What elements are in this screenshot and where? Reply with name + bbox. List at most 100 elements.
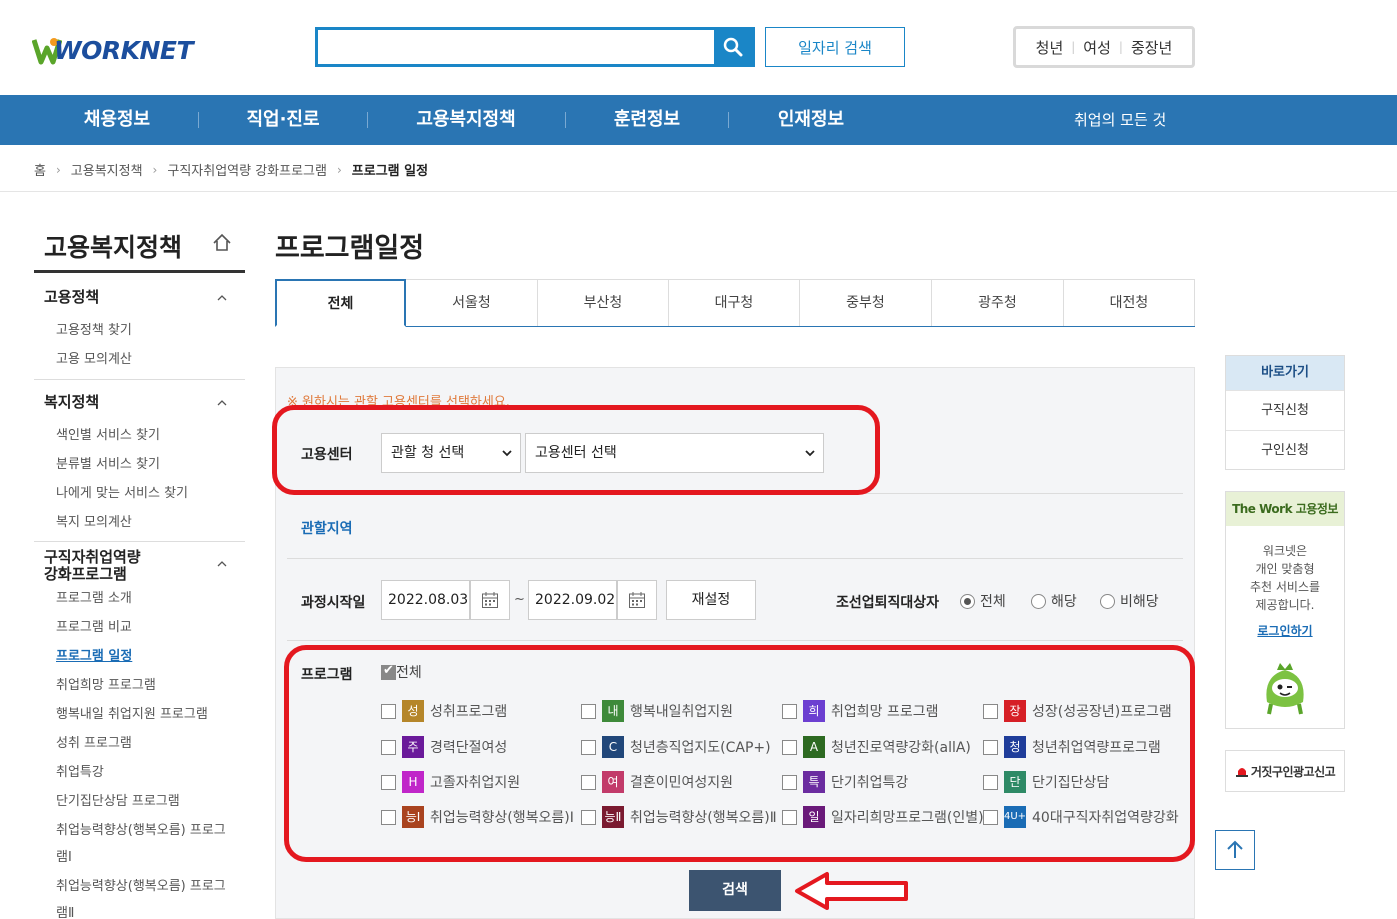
tab-seoul[interactable]: 서울청 (405, 279, 538, 326)
radio-button[interactable] (1100, 593, 1115, 609)
mascot-icon (1266, 663, 1304, 715)
separator: | (1118, 40, 1123, 54)
radio-not-applicable[interactable]: 비해당 (1100, 591, 1159, 611)
radio-button[interactable] (1031, 593, 1046, 609)
divider (287, 558, 1183, 559)
radio-applicable[interactable]: 해당 (1031, 591, 1077, 611)
highlight-box (284, 645, 1195, 862)
report-label: 거짓구인광고신고 (1250, 764, 1336, 779)
nav-item-jobs[interactable]: 채용정보 (82, 95, 152, 145)
sidebar-group-welfare[interactable]: 복지정책 (34, 394, 245, 411)
page-title: 프로그램일정 (275, 233, 425, 264)
tab-daejeon[interactable]: 대전청 (1063, 279, 1195, 326)
siren-icon (1235, 768, 1248, 777)
sidebar-item-active[interactable]: 프로그램 일정 (34, 645, 132, 664)
sidebar-item[interactable]: 프로그램 비교 (34, 616, 132, 635)
sidebar-item-cont[interactable]: 램Ⅱ (34, 902, 74, 919)
shipbuilding-label: 조선업퇴직대상자 (836, 595, 940, 611)
job-search-button[interactable]: 일자리 검색 (765, 27, 905, 67)
tab-all[interactable]: 전체 (275, 279, 406, 327)
sidebar-item[interactable]: 프로그램 소개 (34, 587, 132, 606)
sidebar-item[interactable]: 성취 프로그램 (34, 732, 132, 751)
tab-busan[interactable]: 부산청 (537, 279, 669, 326)
login-link[interactable]: 로그인하기 (1226, 622, 1344, 639)
radio-button[interactable] (960, 593, 975, 609)
sidebar-item[interactable]: 취업능력향상(행복오름) 프로그 (34, 875, 226, 894)
nav-item-welfare[interactable]: 고용복지정책 (410, 95, 522, 145)
sidebar-item[interactable]: 분류별 서비스 찾기 (34, 453, 160, 472)
nav-all-menu[interactable]: 취업의 모든 것 (1074, 95, 1166, 145)
sidebar-group-program[interactable]: 구직자취업역량 강화프로그램 (34, 549, 245, 583)
sidebar-item[interactable]: 취업희망 프로그램 (34, 674, 156, 693)
divider (34, 270, 245, 273)
scroll-top-button[interactable] (1215, 830, 1255, 870)
breadcrumb-item[interactable]: 구직자취업역량 강화프로그램 (167, 160, 327, 179)
sidebar-item[interactable]: 복지 모의계산 (34, 511, 132, 530)
tab-gwangju[interactable]: 광주청 (931, 279, 1064, 326)
divider (34, 379, 245, 380)
sidebar-item[interactable]: 고용 모의계산 (34, 348, 132, 367)
chevron-up-icon[interactable] (217, 293, 227, 303)
chevron-right-icon: › (336, 162, 342, 177)
chevron-right-icon: › (55, 162, 61, 177)
search-submit-button[interactable]: 검색 (689, 870, 781, 911)
chevron-up-icon[interactable] (217, 398, 227, 408)
sidebar-item[interactable]: 색인별 서비스 찾기 (34, 424, 160, 443)
radio-label: 해당 (1051, 594, 1077, 610)
home-icon[interactable] (211, 232, 233, 254)
breadcrumb-item[interactable]: 고용복지정책 (71, 160, 143, 179)
tab-daegu[interactable]: 대구청 (668, 279, 800, 326)
radio-all[interactable]: 전체 (960, 591, 1006, 611)
date-to-input[interactable]: 2022.09.02 (528, 580, 617, 620)
calendar-button[interactable] (470, 580, 510, 620)
sidebar-item[interactable]: 취업능력향상(행복오름) 프로그 (34, 819, 226, 838)
sidebar-group-employment[interactable]: 고용정책 (34, 289, 245, 306)
nav-separator (198, 112, 199, 128)
calendar-icon (629, 592, 645, 608)
target-women[interactable]: 여성 (1083, 37, 1111, 58)
quick-job-seeker[interactable]: 구직신청 (1226, 390, 1344, 430)
divider (0, 191, 1397, 192)
thework-text: 워크넷은 개인 맞춤형 추천 서비스를 제공합니다. (1226, 542, 1344, 614)
highlight-box (272, 405, 880, 495)
target-middle-aged[interactable]: 중장년 (1131, 37, 1172, 58)
report-fake-ad-button[interactable]: 거짓구인광고신고 (1225, 750, 1345, 792)
sidebar-item[interactable]: 행복내일 취업지원 프로그램 (34, 703, 208, 722)
sidebar-item[interactable]: 취업특강 (34, 761, 104, 780)
search-button[interactable] (714, 30, 752, 64)
sidebar-group-title: 강화프로그램 (44, 565, 127, 583)
worknet-logo[interactable]: WORKNET (32, 28, 194, 68)
search-box (315, 27, 755, 67)
nav-separator (728, 112, 729, 128)
sidebar-group-title: 고용정책 (44, 288, 100, 306)
start-date-label: 과정시작일 (301, 595, 366, 611)
sidebar-item[interactable]: 나에게 맞는 서비스 찾기 (34, 482, 188, 501)
logo-text: WORKNET (54, 36, 194, 65)
thework-line: 개인 맞춤형 (1255, 562, 1315, 576)
date-from-input[interactable]: 2022.08.03 (381, 580, 470, 620)
search-icon (723, 37, 743, 57)
search-input[interactable] (318, 30, 716, 64)
sidebar-item[interactable]: 고용정책 찾기 (34, 319, 132, 338)
region-label: 관할지역 (301, 521, 353, 537)
nav-item-career[interactable]: 직업·진로 (240, 95, 326, 145)
sidebar-item[interactable]: 단기집단상담 프로그램 (34, 790, 180, 809)
thework-panel: The Work 고용정보 워크넷은 개인 맞춤형 추천 서비스를 제공합니다.… (1225, 491, 1345, 729)
quick-menu: 바로가기 구직신청 구인신청 (1225, 355, 1345, 470)
nav-item-training[interactable]: 훈련정보 (610, 95, 684, 145)
sidebar-item-cont[interactable]: 램Ⅰ (34, 846, 72, 865)
quick-menu-title: 바로가기 (1226, 356, 1344, 390)
thework-line: 제공합니다. (1255, 598, 1315, 612)
nav-item-talent[interactable]: 인재정보 (774, 95, 848, 145)
breadcrumb-home[interactable]: 홈 (34, 160, 46, 179)
chevron-up-icon[interactable] (217, 559, 227, 569)
calendar-button[interactable] (617, 580, 657, 620)
sidebar-group-title: 구직자취업역량 (44, 548, 141, 566)
tab-jungbu[interactable]: 중부청 (799, 279, 932, 326)
radio-label: 전체 (980, 594, 1006, 610)
thework-line: 워크넷은 (1262, 544, 1308, 558)
reset-button[interactable]: 재설정 (666, 580, 756, 620)
quick-job-offer[interactable]: 구인신청 (1226, 430, 1344, 470)
target-youth[interactable]: 청년 (1036, 37, 1064, 58)
thework-line: 추천 서비스를 (1249, 580, 1321, 594)
